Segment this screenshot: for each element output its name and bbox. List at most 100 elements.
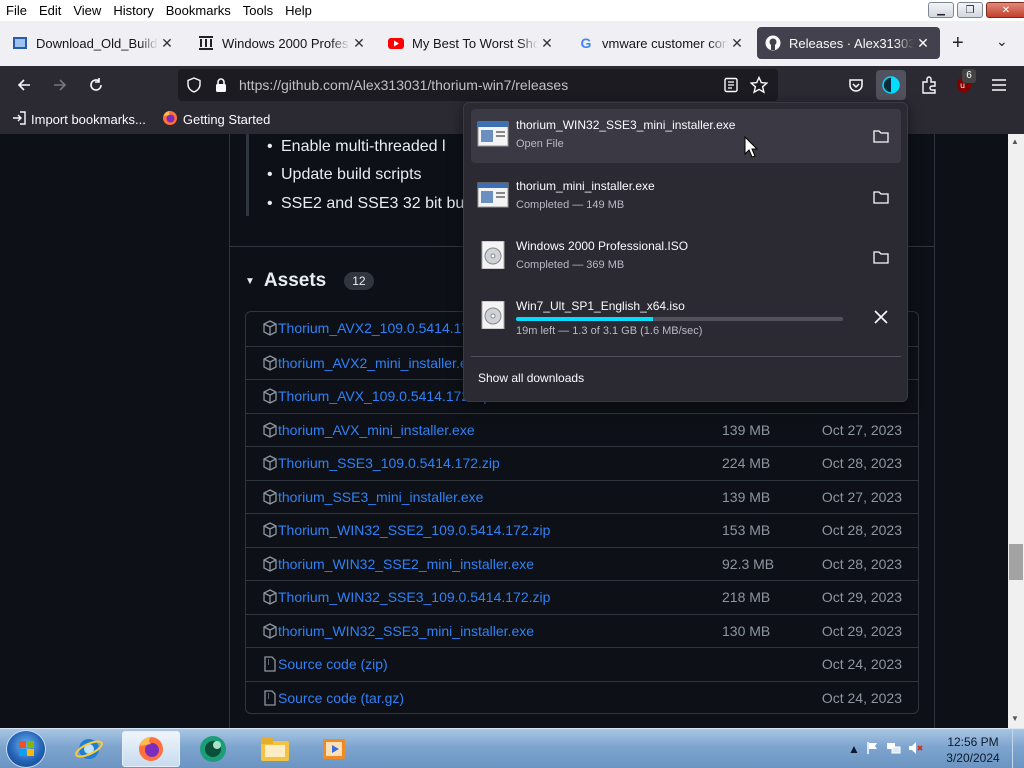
asset-link[interactable]: thorium_WIN32_SSE2_mini_installer.exe (278, 556, 534, 572)
archive-org-icon (198, 35, 214, 51)
assets-toggle[interactable]: ▼ Assets 12 (245, 270, 374, 292)
tab-github-releases[interactable]: Releases · Alex313031/thorium-win7 ✕ (757, 27, 940, 59)
show-desktop-button[interactable] (1012, 729, 1024, 768)
taskbar-internet-explorer[interactable] (60, 731, 118, 767)
package-icon (263, 555, 277, 572)
taskbar-media-player[interactable] (306, 731, 364, 767)
close-window-button[interactable]: ✕ (986, 2, 1024, 18)
action-center-flag-icon[interactable] (866, 741, 880, 758)
asset-link[interactable]: thorium_AVX_mini_installer.exe (278, 422, 475, 438)
menu-tools[interactable]: Tools (237, 3, 279, 18)
asset-link[interactable]: Source code (tar.gz) (278, 690, 404, 706)
menu-file[interactable]: File (0, 3, 33, 18)
asset-link[interactable]: Source code (zip) (278, 656, 388, 672)
menu-view[interactable]: View (67, 3, 107, 18)
extensions-icon[interactable] (918, 74, 940, 96)
asset-link[interactable]: Thorium_WIN32_SSE2_109.0.5414.172.zip (278, 522, 550, 538)
youtube-icon (388, 35, 404, 51)
asset-link[interactable]: Thorium_SSE3_109.0.5414.172.zip (278, 455, 500, 471)
volume-muted-icon[interactable] (908, 741, 924, 758)
back-button[interactable] (12, 73, 36, 97)
menu-help[interactable]: Help (279, 3, 318, 18)
start-button[interactable] (6, 730, 46, 768)
tab-youtube[interactable]: My Best To Worst Shows ✕ (380, 27, 564, 59)
getting-started-link[interactable]: Getting Started (162, 110, 270, 129)
scroll-up-icon[interactable]: ▲ (1011, 137, 1019, 146)
disc-image-icon (481, 241, 505, 269)
minimize-button[interactable]: ▁ (928, 2, 954, 18)
close-tab-icon[interactable]: ✕ (538, 35, 556, 52)
lock-icon[interactable] (214, 77, 228, 96)
google-icon: G (580, 35, 592, 51)
tab-download-old-builds[interactable]: Download_Old_Builds_6_ ✕ (4, 27, 184, 59)
reader-view-icon[interactable] (723, 77, 739, 96)
download-item[interactable]: Win7_Ult_SP1_English_x64.iso 19m left — 1… (471, 290, 901, 344)
asset-link[interactable]: thorium_AVX2_mini_installer.exe (278, 355, 482, 371)
tab-google-search[interactable]: G vmware customer connect ✕ (570, 27, 754, 59)
asset-date: Oct 29, 2023 (821, 589, 902, 605)
download-status: Completed — 369 MB (516, 259, 625, 271)
tab-windows-2000[interactable]: Windows 2000 Professional ✕ (190, 27, 376, 59)
asset-date: Oct 24, 2023 (821, 656, 902, 672)
tab-list-button[interactable]: ⌄ (996, 33, 1008, 50)
asset-link[interactable]: Thorium_WIN32_SSE3_109.0.5414.172.zip (278, 589, 550, 605)
bookmark-star-icon[interactable] (749, 75, 769, 97)
taskbar-app-green[interactable] (184, 731, 242, 767)
scrollbar-thumb[interactable] (1009, 544, 1023, 580)
package-icon (263, 421, 277, 438)
disc-image-icon (481, 301, 505, 329)
pocket-icon[interactable] (845, 74, 867, 96)
import-bookmarks-link[interactable]: Import bookmarks... (12, 110, 146, 128)
package-icon (263, 622, 277, 639)
asset-link[interactable]: Thorium_AVX_109.0.5414.172.zip (278, 388, 491, 404)
url-text[interactable]: https://github.com/Alex313031/thorium-wi… (239, 77, 568, 93)
show-in-folder-button[interactable] (871, 187, 891, 207)
package-icon (263, 522, 277, 538)
page-scrollbar[interactable]: ▲ ▼ (1008, 134, 1024, 728)
asset-link[interactable]: thorium_WIN32_SSE3_mini_installer.exe (278, 623, 534, 639)
taskbar-firefox[interactable] (122, 731, 180, 767)
close-tab-icon[interactable]: ✕ (350, 35, 368, 52)
clock-time: 12:56 PM (947, 735, 999, 749)
network-icon[interactable] (886, 741, 902, 758)
close-tab-icon[interactable]: ✕ (914, 35, 932, 52)
show-in-folder-button[interactable] (871, 247, 891, 267)
close-tab-icon[interactable]: ✕ (728, 35, 746, 52)
tracking-protection-icon[interactable] (186, 77, 202, 96)
system-clock[interactable]: 12:56 PM 3/20/2024 (938, 734, 1008, 766)
quote-bar (246, 134, 249, 216)
asset-row: Thorium_WIN32_SSE2_109.0.5414.172.zip 153… (246, 513, 918, 547)
navigation-toolbar: https://github.com/Alex313031/thorium-wi… (0, 66, 1024, 104)
asset-link[interactable]: thorium_SSE3_mini_installer.exe (278, 489, 483, 505)
menu-bookmarks[interactable]: Bookmarks (160, 3, 237, 18)
download-item[interactable]: Windows 2000 Professional.ISO Completed —… (471, 230, 901, 284)
bookmark-label: Import bookmarks... (31, 111, 146, 127)
package-icon (263, 589, 277, 605)
folder-icon (873, 191, 889, 204)
menu-edit[interactable]: Edit (33, 3, 67, 18)
asset-date: Oct 28, 2023 (821, 555, 902, 572)
asset-size: 92.3 MB (722, 555, 775, 572)
downloads-button[interactable] (876, 70, 906, 100)
forward-button[interactable] (48, 73, 72, 97)
download-item[interactable]: thorium_mini_installer.exe Completed — 14… (471, 170, 901, 224)
url-bar[interactable]: https://github.com/Alex313031/thorium-wi… (178, 69, 778, 101)
show-all-downloads-link[interactable]: Show all downloads (478, 371, 584, 385)
show-in-folder-button[interactable] (871, 126, 891, 146)
taskbar-file-explorer[interactable] (246, 731, 304, 767)
download-item[interactable]: thorium_WIN32_SSE3_mini_installer.exe Ope… (471, 109, 901, 163)
file-zip-icon (264, 656, 276, 672)
system-tray: ▲ (842, 729, 924, 768)
show-hidden-icons-icon[interactable]: ▲ (848, 742, 860, 756)
cancel-download-button[interactable] (871, 307, 891, 327)
app-menu-icon[interactable] (988, 74, 1010, 96)
reload-button[interactable] (84, 73, 108, 97)
new-tab-button[interactable]: + (952, 33, 964, 53)
scroll-down-icon[interactable]: ▼ (1011, 714, 1019, 723)
close-tab-icon[interactable]: ✕ (158, 35, 176, 52)
asset-size: 153 MB (722, 522, 771, 538)
maximize-button[interactable]: ❐ (957, 2, 983, 18)
menu-history[interactable]: History (107, 3, 159, 18)
tab-title: My Best To Worst Shows (412, 35, 538, 51)
package-icon (263, 455, 277, 471)
